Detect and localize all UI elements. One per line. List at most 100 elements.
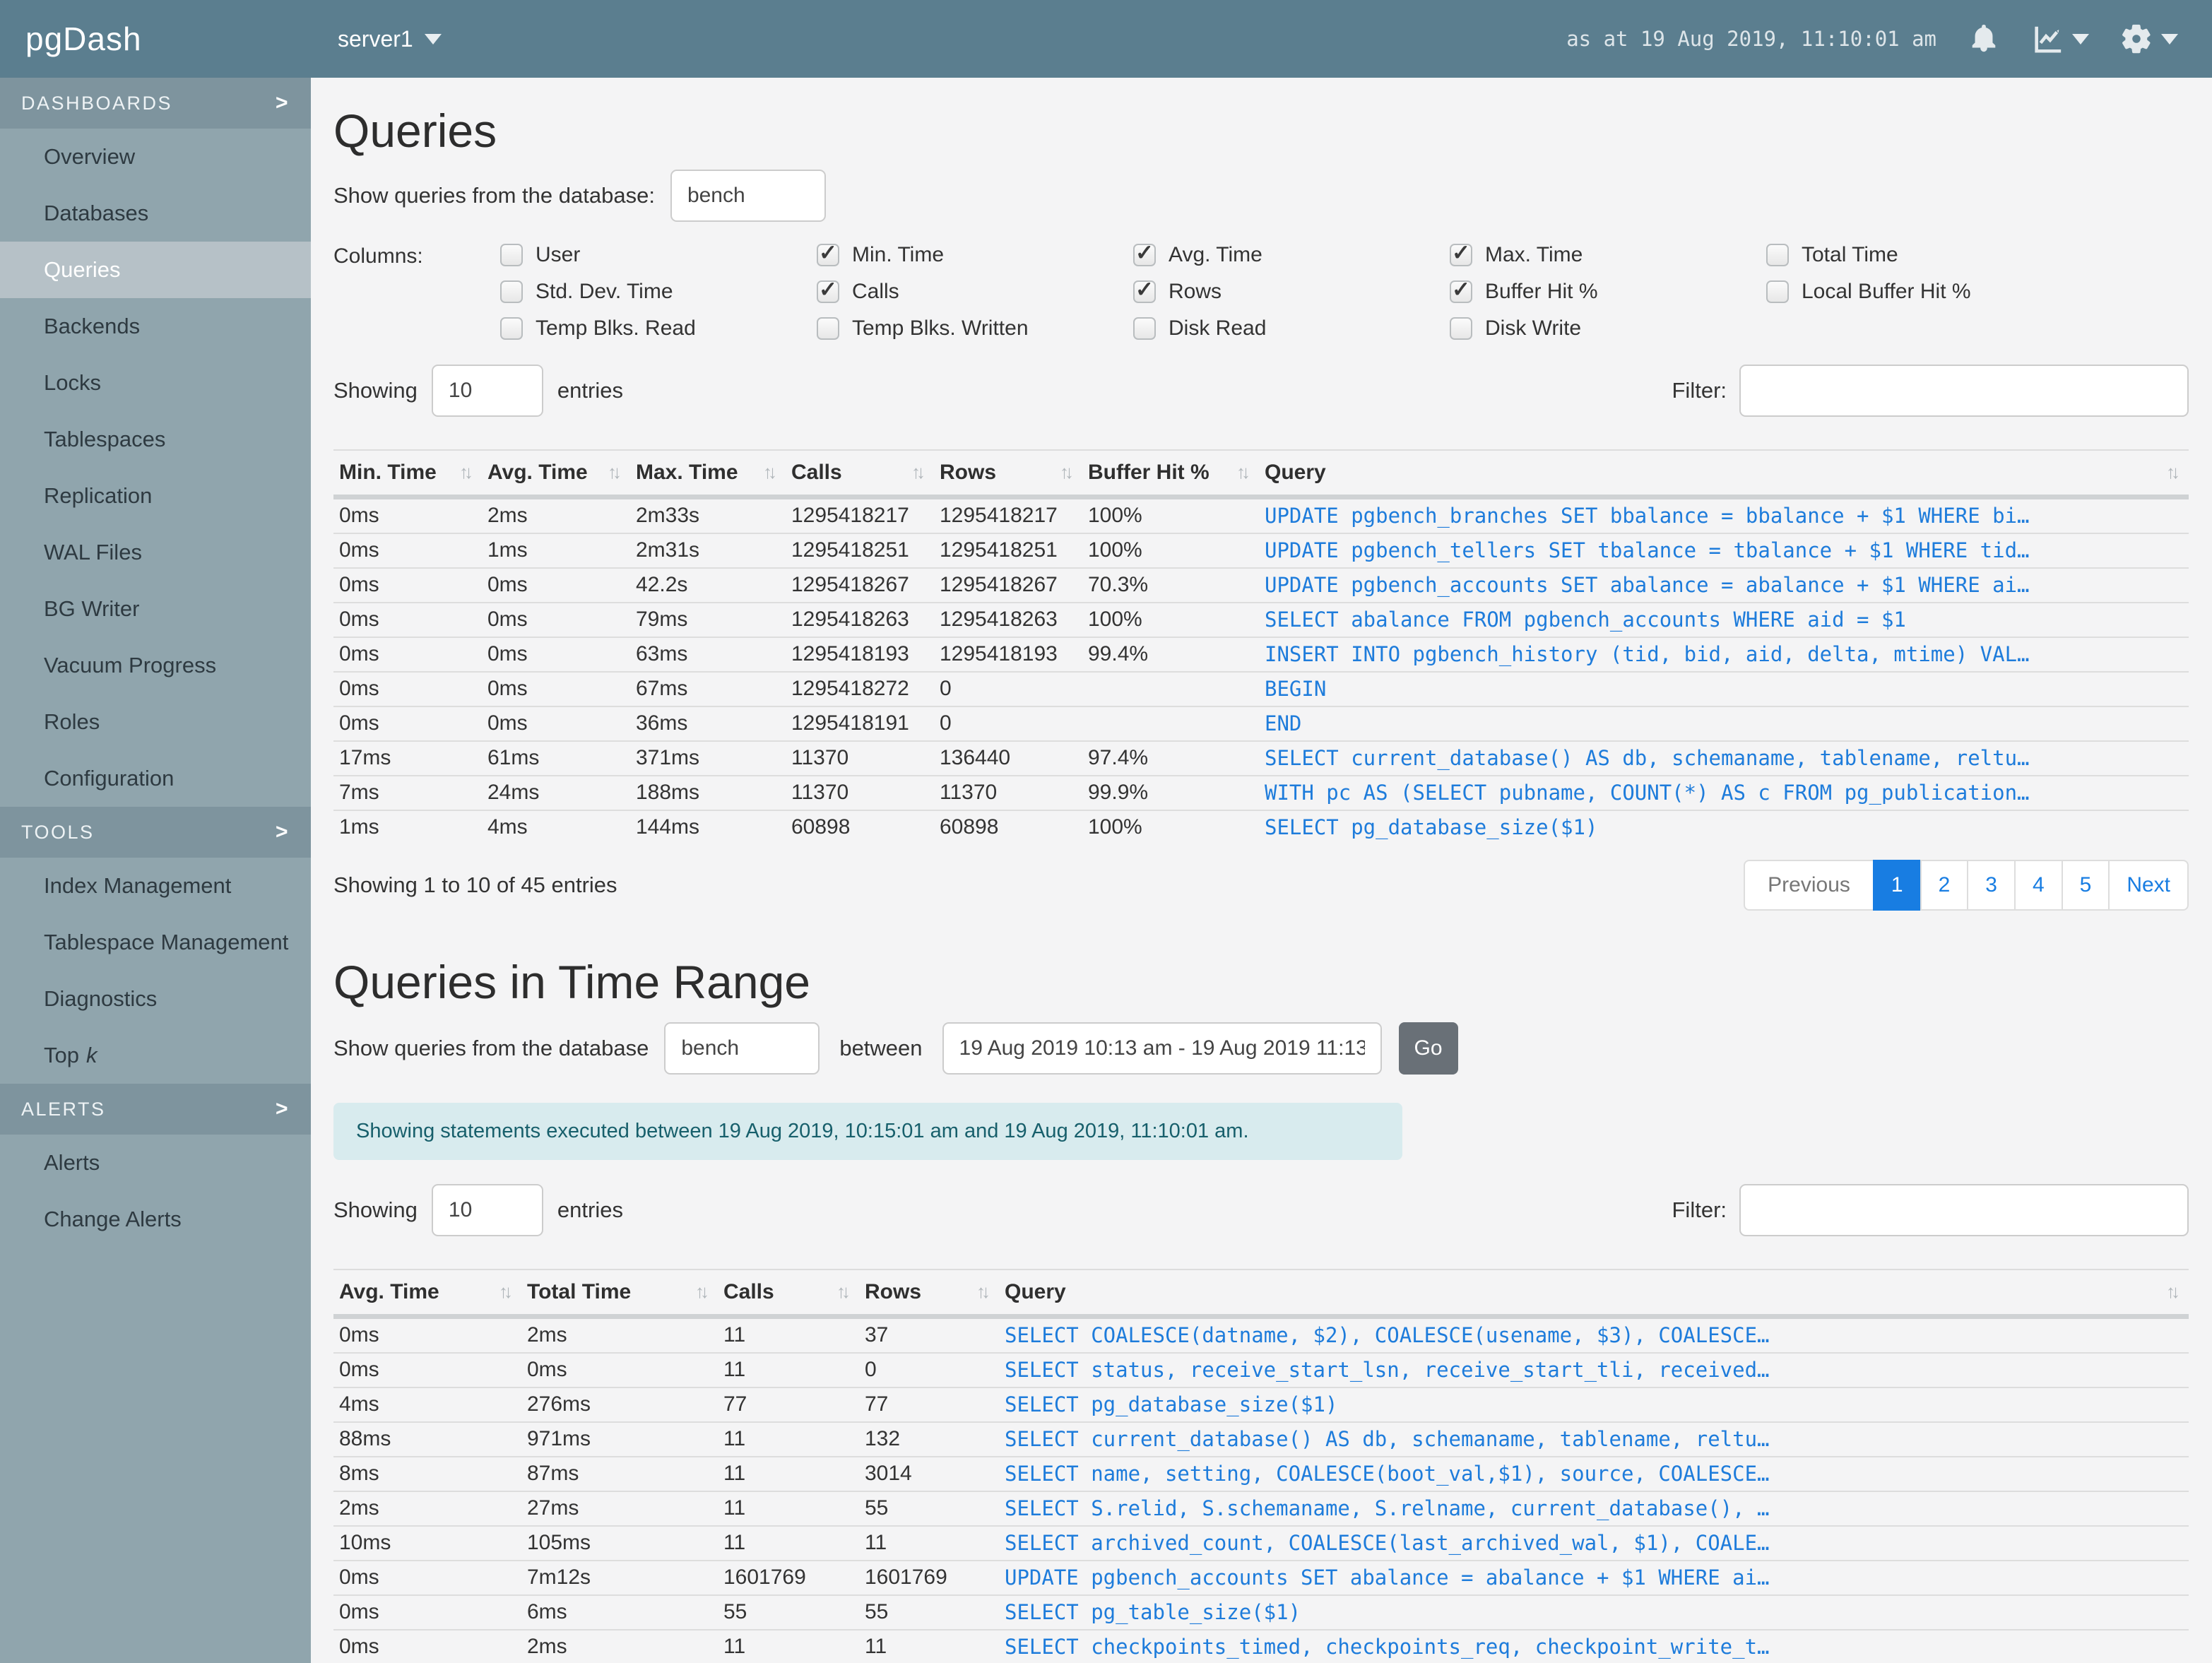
column-header-min-time[interactable]: Min. Time ↑↓ <box>333 449 482 499</box>
sidebar-item-overview[interactable]: Overview <box>0 129 311 185</box>
sidebar-item-index-management[interactable]: Index Management <box>0 858 311 914</box>
settings-menu[interactable] <box>2120 23 2178 55</box>
filter-input[interactable] <box>1739 364 2189 417</box>
column-checkbox-buffer-hit[interactable]: Buffer Hit % <box>1450 280 1766 304</box>
query-link[interactable]: END <box>1265 711 1301 735</box>
column-checkbox-disk-read[interactable]: Disk Read <box>1133 316 1450 341</box>
query-link[interactable]: SELECT pg_table_size($1) <box>1005 1600 1301 1624</box>
query-cell: SELECT current_database() AS db, scheman… <box>1259 740 2189 776</box>
query-link[interactable]: UPDATE pgbench_accounts SET abalance = a… <box>1005 1566 1770 1590</box>
table-controls-row: Showing entries Filter: <box>333 1183 2189 1236</box>
query-link[interactable]: SELECT current_database() AS db, scheman… <box>1005 1427 1770 1451</box>
pagination-page-4[interactable]: 4 <box>2013 859 2063 911</box>
sidebar-item-queries[interactable]: Queries <box>0 242 311 298</box>
column-checkbox-min-time[interactable]: Min. Time <box>817 243 1133 267</box>
column-checkbox-temp-blks-read[interactable]: Temp Blks. Read <box>500 316 817 341</box>
sidebar-item-backends[interactable]: Backends <box>0 298 311 355</box>
pagination-page-3[interactable]: 3 <box>1967 859 2016 911</box>
sidebar-item-top-k[interactable]: Top k <box>0 1027 311 1084</box>
entries-count-input[interactable] <box>431 364 543 417</box>
sidebar-item-roles[interactable]: Roles <box>0 694 311 750</box>
date-range-input[interactable] <box>942 1022 1382 1075</box>
sidebar-item-change-alerts[interactable]: Change Alerts <box>0 1191 311 1248</box>
query-link[interactable]: UPDATE pgbench_branches SET bbalance = b… <box>1265 504 2030 528</box>
column-checkbox-std-dev-time[interactable]: Std. Dev. Time <box>500 280 817 304</box>
query-link[interactable]: SELECT S.relid, S.schemaname, S.relname,… <box>1005 1496 1770 1520</box>
column-header-rows[interactable]: Rows ↑↓ <box>934 449 1082 499</box>
query-link[interactable]: SELECT COALESCE(datname, $2), COALESCE(u… <box>1005 1323 1770 1347</box>
go-button[interactable]: Go <box>1398 1022 1458 1075</box>
column-header-avg-time[interactable]: Avg. Time ↑↓ <box>482 449 630 499</box>
brand-logo[interactable]: pgDash <box>0 20 311 58</box>
column-header-query[interactable]: Query ↑↓ <box>999 1268 2189 1319</box>
sidebar-item-alerts[interactable]: Alerts <box>0 1135 311 1191</box>
column-header-rows[interactable]: Rows ↑↓ <box>859 1268 999 1319</box>
column-header-buffer-hit[interactable]: Buffer Hit % ↑↓ <box>1082 449 1259 499</box>
sidebar-item-tablespaces[interactable]: Tablespaces <box>0 411 311 468</box>
query-link[interactable]: WITH pc AS (SELECT pubname, COUNT(*) AS … <box>1265 781 2030 805</box>
column-checkbox-user[interactable]: User <box>500 243 817 267</box>
sidebar-section-tools[interactable]: TOOLS > <box>0 807 311 858</box>
query-link[interactable]: INSERT INTO pgbench_history (tid, bid, a… <box>1265 642 2030 666</box>
query-link[interactable]: UPDATE pgbench_accounts SET abalance = a… <box>1265 573 2030 597</box>
query-link[interactable]: UPDATE pgbench_tellers SET tbalance = tb… <box>1265 538 2030 562</box>
query-link[interactable]: SELECT abalance FROM pgbench_accounts WH… <box>1265 608 1906 632</box>
column-header-max-time[interactable]: Max. Time ↑↓ <box>630 449 786 499</box>
sidebar-item-diagnostics[interactable]: Diagnostics <box>0 971 311 1027</box>
charts-menu[interactable] <box>2031 23 2089 55</box>
sort-icon: ↑↓ <box>911 461 925 483</box>
database-picker-row: Show queries from the database: <box>333 169 2189 222</box>
sidebar-item-locks[interactable]: Locks <box>0 355 311 411</box>
cell: 0 <box>934 670 1082 706</box>
entries-count-input[interactable] <box>431 1183 543 1236</box>
column-header-total-time[interactable]: Total Time ↑↓ <box>521 1268 718 1319</box>
sidebar-section-alerts[interactable]: ALERTS > <box>0 1084 311 1135</box>
query-link[interactable]: SELECT name, setting, COALESCE(boot_val,… <box>1005 1462 1770 1486</box>
pagination-page-2[interactable]: 2 <box>1920 859 1969 911</box>
column-checkbox-local-buffer-hit[interactable]: Local Buffer Hit % <box>1766 280 2083 304</box>
query-link[interactable]: SELECT archived_count, COALESCE(last_arc… <box>1005 1531 1770 1555</box>
column-header-query[interactable]: Query ↑↓ <box>1259 449 2189 499</box>
sidebar-item-wal-files[interactable]: WAL Files <box>0 524 311 581</box>
column-checkbox-temp-blks-written[interactable]: Temp Blks. Written <box>817 316 1133 341</box>
cell: 77 <box>718 1386 859 1422</box>
column-checkbox-disk-write[interactable]: Disk Write <box>1450 316 1766 341</box>
column-checkbox-rows[interactable]: Rows <box>1133 280 1450 304</box>
sidebar-item-replication[interactable]: Replication <box>0 468 311 524</box>
cell: 0ms <box>333 705 482 741</box>
column-checkbox-total-time[interactable]: Total Time <box>1766 243 2083 267</box>
column-header-calls[interactable]: Calls ↑↓ <box>718 1268 859 1319</box>
sort-icon: ↑↓ <box>976 1281 990 1303</box>
cell: 10ms <box>333 1525 521 1561</box>
server-selector[interactable]: server1 <box>338 26 442 52</box>
query-link[interactable]: BEGIN <box>1265 677 1326 701</box>
filter-input[interactable] <box>1739 1183 2189 1236</box>
cell: 61ms <box>482 740 630 776</box>
sidebar-item-databases[interactable]: Databases <box>0 185 311 242</box>
query-link[interactable]: SELECT pg_database_size($1) <box>1005 1392 1337 1416</box>
notifications-bell-icon[interactable] <box>1968 23 2000 55</box>
database-input[interactable] <box>670 169 826 222</box>
query-link[interactable]: SELECT checkpoints_timed, checkpoints_re… <box>1005 1635 1770 1659</box>
cell: 11 <box>718 1525 859 1561</box>
pagination-previous[interactable]: Previous <box>1744 859 1874 911</box>
sidebar-item-configuration[interactable]: Configuration <box>0 750 311 807</box>
column-checkbox-calls[interactable]: Calls <box>817 280 1133 304</box>
column-header-calls[interactable]: Calls ↑↓ <box>786 449 934 499</box>
sidebar-item-bg-writer[interactable]: BG Writer <box>0 581 311 637</box>
time-range-database-input[interactable] <box>664 1022 820 1075</box>
sidebar-item-vacuum-progress[interactable]: Vacuum Progress <box>0 637 311 694</box>
pagination-next[interactable]: Next <box>2108 859 2189 911</box>
sidebar-item-tablespace-management[interactable]: Tablespace Management <box>0 914 311 971</box>
query-link[interactable]: SELECT status, receive_start_lsn, receiv… <box>1005 1358 1770 1382</box>
cell: 11370 <box>934 774 1082 810</box>
checkbox-icon <box>1133 316 1156 340</box>
pagination-page-5[interactable]: 5 <box>2061 859 2110 911</box>
column-checkbox-max-time[interactable]: Max. Time <box>1450 243 1766 267</box>
column-header-avg-time[interactable]: Avg. Time ↑↓ <box>333 1268 521 1319</box>
pagination-page-1[interactable]: 1 <box>1872 859 1922 911</box>
sidebar-section-dashboards[interactable]: DASHBOARDS > <box>0 78 311 129</box>
column-checkbox-avg-time[interactable]: Avg. Time <box>1133 243 1450 267</box>
query-link[interactable]: SELECT current_database() AS db, scheman… <box>1265 746 2030 770</box>
query-link[interactable]: SELECT pg_database_size($1) <box>1265 815 1597 839</box>
